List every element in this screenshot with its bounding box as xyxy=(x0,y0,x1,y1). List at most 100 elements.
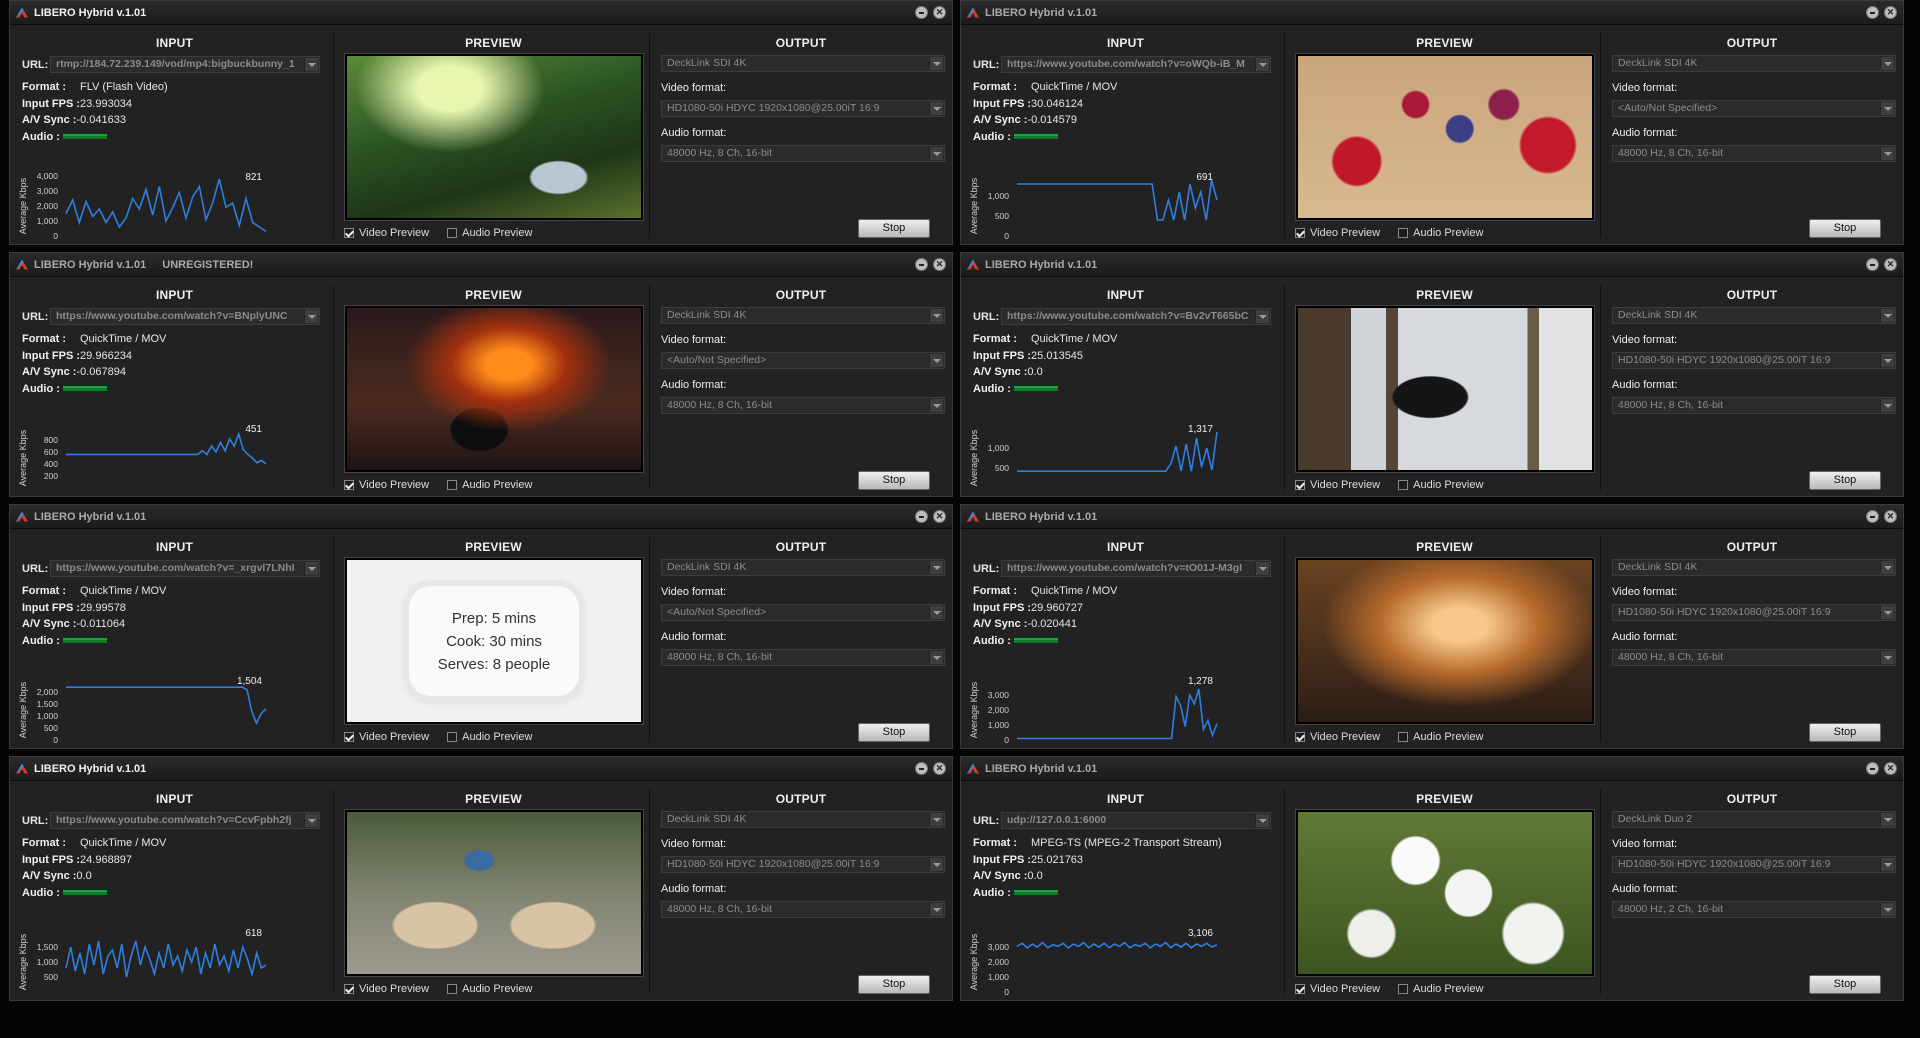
stop-button[interactable]: Stop xyxy=(1809,471,1881,490)
url-combo[interactable]: https://www.youtube.com/watch?v=tO01J-M3… xyxy=(1001,560,1271,577)
audio-preview-toggle[interactable]: Audio Preview xyxy=(1398,479,1483,491)
audio-format-select[interactable]: 48000 Hz, 8 Ch, 16-bit xyxy=(661,397,945,414)
video-preview-toggle[interactable]: Video Preview xyxy=(344,731,429,743)
stop-button[interactable]: Stop xyxy=(1809,975,1881,994)
stop-button[interactable]: Stop xyxy=(858,471,930,490)
minimize-button[interactable] xyxy=(915,258,928,271)
chevron-down-icon[interactable] xyxy=(929,606,943,619)
chevron-down-icon[interactable] xyxy=(304,814,318,827)
chevron-down-icon[interactable] xyxy=(1880,903,1894,916)
chevron-down-icon[interactable] xyxy=(929,858,943,871)
chevron-down-icon[interactable] xyxy=(1880,813,1894,826)
chevron-down-icon[interactable] xyxy=(1880,651,1894,664)
chevron-down-icon[interactable] xyxy=(1880,354,1894,367)
chevron-down-icon[interactable] xyxy=(1255,310,1269,323)
video-preview-checkbox[interactable] xyxy=(1295,984,1305,994)
title-bar[interactable]: LIBERO Hybrid v.1.01 ✕ xyxy=(961,757,1903,781)
chevron-down-icon[interactable] xyxy=(929,354,943,367)
minimize-button[interactable] xyxy=(915,510,928,523)
chevron-down-icon[interactable] xyxy=(1880,606,1894,619)
chevron-down-icon[interactable] xyxy=(304,562,318,575)
video-format-select[interactable]: HD1080-50i HDYC 1920x1080@25.00iT 16:9 xyxy=(661,100,945,117)
close-button[interactable]: ✕ xyxy=(1884,258,1897,271)
video-preview-checkbox[interactable] xyxy=(344,984,354,994)
minimize-button[interactable] xyxy=(1866,6,1879,19)
video-format-select[interactable]: HD1080-50i HDYC 1920x1080@25.00iT 16:9 xyxy=(661,856,945,873)
audio-preview-toggle[interactable]: Audio Preview xyxy=(1398,731,1483,743)
close-button[interactable]: ✕ xyxy=(1884,6,1897,19)
output-device-select[interactable]: DeckLink SDI 4K xyxy=(661,559,945,576)
url-combo[interactable]: https://www.youtube.com/watch?v=_xrgvl7L… xyxy=(50,560,320,577)
close-button[interactable]: ✕ xyxy=(933,762,946,775)
audio-format-select[interactable]: 48000 Hz, 2 Ch, 16-bit xyxy=(1612,901,1896,918)
video-format-select[interactable]: <Auto/Not Specified> xyxy=(661,352,945,369)
video-preview-toggle[interactable]: Video Preview xyxy=(344,227,429,239)
chevron-down-icon[interactable] xyxy=(929,903,943,916)
url-combo[interactable]: https://www.youtube.com/watch?v=BNplyUNC xyxy=(50,308,320,325)
stop-button[interactable]: Stop xyxy=(1809,723,1881,742)
audio-preview-checkbox[interactable] xyxy=(447,228,458,238)
audio-preview-checkbox[interactable] xyxy=(447,480,458,490)
video-preview-toggle[interactable]: Video Preview xyxy=(1295,227,1380,239)
chevron-down-icon[interactable] xyxy=(1880,102,1894,115)
title-bar[interactable]: LIBERO Hybrid v.1.01 ✕ xyxy=(961,505,1903,529)
audio-preview-checkbox[interactable] xyxy=(1398,480,1409,490)
url-combo[interactable]: rtmp://184.72.239.149/vod/mp4:bigbuckbun… xyxy=(50,56,320,73)
title-bar[interactable]: LIBERO Hybrid v.1.01 ✕ xyxy=(961,1,1903,25)
title-bar[interactable]: LIBERO Hybrid v.1.01 ✕ xyxy=(10,505,952,529)
video-preview-toggle[interactable]: Video Preview xyxy=(344,983,429,995)
audio-preview-toggle[interactable]: Audio Preview xyxy=(1398,983,1483,995)
video-preview-checkbox[interactable] xyxy=(344,732,354,742)
chevron-down-icon[interactable] xyxy=(929,813,943,826)
chevron-down-icon[interactable] xyxy=(1255,814,1269,827)
audio-preview-checkbox[interactable] xyxy=(1398,732,1409,742)
stop-button[interactable]: Stop xyxy=(858,723,930,742)
url-combo[interactable]: https://www.youtube.com/watch?v=Bv2vT665… xyxy=(1001,308,1271,325)
video-preview-checkbox[interactable] xyxy=(1295,228,1305,238)
minimize-button[interactable] xyxy=(1866,510,1879,523)
chevron-down-icon[interactable] xyxy=(1880,147,1894,160)
close-button[interactable]: ✕ xyxy=(933,258,946,271)
title-bar[interactable]: LIBERO Hybrid v.1.01 ✕ xyxy=(10,757,952,781)
audio-format-select[interactable]: 48000 Hz, 8 Ch, 16-bit xyxy=(1612,397,1896,414)
chevron-down-icon[interactable] xyxy=(1880,858,1894,871)
video-preview-toggle[interactable]: Video Preview xyxy=(1295,731,1380,743)
url-combo[interactable]: https://www.youtube.com/watch?v=CcvFpbh2… xyxy=(50,812,320,829)
title-bar[interactable]: LIBERO Hybrid v.1.01 ✕ xyxy=(961,253,1903,277)
chevron-down-icon[interactable] xyxy=(1880,57,1894,70)
title-bar[interactable]: LIBERO Hybrid v.1.01 ✕ xyxy=(10,1,952,25)
video-format-select[interactable]: HD1080-50i HDYC 1920x1080@25.00iT 16:9 xyxy=(1612,856,1896,873)
audio-format-select[interactable]: 48000 Hz, 8 Ch, 16-bit xyxy=(661,649,945,666)
close-button[interactable]: ✕ xyxy=(933,6,946,19)
stop-button[interactable]: Stop xyxy=(858,219,930,238)
chevron-down-icon[interactable] xyxy=(929,309,943,322)
audio-format-select[interactable]: 48000 Hz, 8 Ch, 16-bit xyxy=(1612,145,1896,162)
audio-preview-toggle[interactable]: Audio Preview xyxy=(447,227,532,239)
minimize-button[interactable] xyxy=(915,6,928,19)
chevron-down-icon[interactable] xyxy=(929,147,943,160)
chevron-down-icon[interactable] xyxy=(1255,58,1269,71)
chevron-down-icon[interactable] xyxy=(929,102,943,115)
audio-preview-toggle[interactable]: Audio Preview xyxy=(447,479,532,491)
minimize-button[interactable] xyxy=(1866,258,1879,271)
output-device-select[interactable]: DeckLink SDI 4K xyxy=(1612,307,1896,324)
video-preview-checkbox[interactable] xyxy=(1295,732,1305,742)
video-preview-checkbox[interactable] xyxy=(1295,480,1305,490)
video-format-select[interactable]: <Auto/Not Specified> xyxy=(661,604,945,621)
audio-preview-toggle[interactable]: Audio Preview xyxy=(1398,227,1483,239)
audio-preview-toggle[interactable]: Audio Preview xyxy=(447,983,532,995)
audio-format-select[interactable]: 48000 Hz, 8 Ch, 16-bit xyxy=(1612,649,1896,666)
chevron-down-icon[interactable] xyxy=(1880,309,1894,322)
output-device-select[interactable]: DeckLink SDI 4K xyxy=(1612,55,1896,72)
output-device-select[interactable]: DeckLink Duo 2 xyxy=(1612,811,1896,828)
url-combo[interactable]: https://www.youtube.com/watch?v=oWQb-iB_… xyxy=(1001,56,1271,73)
video-preview-toggle[interactable]: Video Preview xyxy=(1295,983,1380,995)
stop-button[interactable]: Stop xyxy=(1809,219,1881,238)
url-combo[interactable]: udp://127.0.0.1:6000 xyxy=(1001,812,1271,829)
chevron-down-icon[interactable] xyxy=(1880,561,1894,574)
chevron-down-icon[interactable] xyxy=(304,310,318,323)
chevron-down-icon[interactable] xyxy=(929,561,943,574)
title-bar[interactable]: LIBERO Hybrid v.1.01 UNREGISTERED! ✕ xyxy=(10,253,952,277)
close-button[interactable]: ✕ xyxy=(933,510,946,523)
chevron-down-icon[interactable] xyxy=(929,399,943,412)
